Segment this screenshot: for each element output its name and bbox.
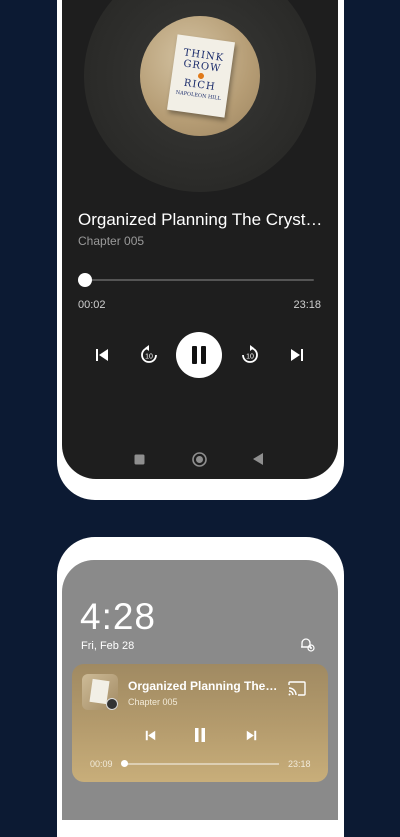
system-nav-bar: [62, 451, 338, 472]
media-previous-button[interactable]: [142, 727, 158, 743]
player-screen: THINK GROW RICH NAPOLEON HILL Organized …: [62, 0, 338, 479]
forward-10-icon: 10: [242, 345, 258, 363]
media-title: Organized Planning The Crystallization o…: [128, 679, 280, 693]
forward-seconds-label: 10: [246, 354, 254, 361]
media-seek-bar[interactable]: [123, 763, 279, 765]
skip-next-icon: [246, 730, 256, 740]
seek-handle[interactable]: [78, 273, 92, 287]
forward-10-button[interactable]: 10: [238, 343, 262, 367]
media-subtitle: Chapter 005: [128, 697, 178, 707]
square-icon: [134, 454, 144, 464]
book-cover: THINK GROW RICH NAPOLEON HILL: [166, 34, 236, 118]
track-title: Organized Planning The Crystallization o…: [78, 210, 326, 229]
replay-10-icon: 10: [141, 345, 157, 363]
media-seek-handle[interactable]: [121, 760, 128, 767]
notification-settings-button[interactable]: [299, 636, 315, 652]
media-pause-button[interactable]: [192, 727, 208, 743]
recents-button[interactable]: [132, 452, 146, 466]
media-thumbnail: [82, 674, 118, 710]
media-time-elapsed: 00:09: [90, 759, 113, 769]
pause-icon: [195, 728, 205, 742]
skip-previous-icon: [96, 349, 108, 361]
circle-icon: [191, 451, 207, 467]
vinyl-record: THINK GROW RICH NAPOLEON HILL: [84, 0, 316, 192]
back-button[interactable]: [251, 452, 265, 466]
rewind-seconds-label: 10: [145, 354, 153, 361]
notification-settings-icon: [301, 638, 315, 652]
cast-button[interactable]: [288, 680, 306, 696]
home-button[interactable]: [191, 451, 207, 467]
pause-icon: [192, 346, 206, 364]
previous-button[interactable]: [92, 345, 112, 365]
track-subtitle: Chapter 005: [78, 234, 145, 248]
triangle-back-icon: [252, 453, 263, 465]
seek-bar[interactable]: [78, 279, 314, 281]
time-total: 23:18: [293, 299, 321, 311]
skip-next-icon: [291, 349, 303, 361]
player-badge-icon: [106, 698, 118, 710]
pause-button[interactable]: [176, 332, 222, 378]
lockscreen-clock: 4:28: [80, 596, 157, 637]
skip-previous-icon: [145, 730, 155, 740]
cast-icon: [288, 680, 306, 696]
lockscreen-date: Fri, Feb 28: [81, 640, 135, 652]
book-dot: [197, 72, 205, 80]
lockscreen: 4:28 Fri, Feb 28 Organized Planning The …: [62, 560, 338, 820]
next-button[interactable]: [287, 345, 307, 365]
rewind-10-button[interactable]: 10: [137, 343, 161, 367]
album-cover: THINK GROW RICH NAPOLEON HILL: [140, 16, 260, 136]
media-notification-card[interactable]: Organized Planning The Crystallization o…: [72, 664, 328, 782]
media-time-total: 23:18: [288, 759, 311, 769]
time-elapsed: 00:02: [78, 299, 106, 311]
media-next-button[interactable]: [243, 727, 259, 743]
